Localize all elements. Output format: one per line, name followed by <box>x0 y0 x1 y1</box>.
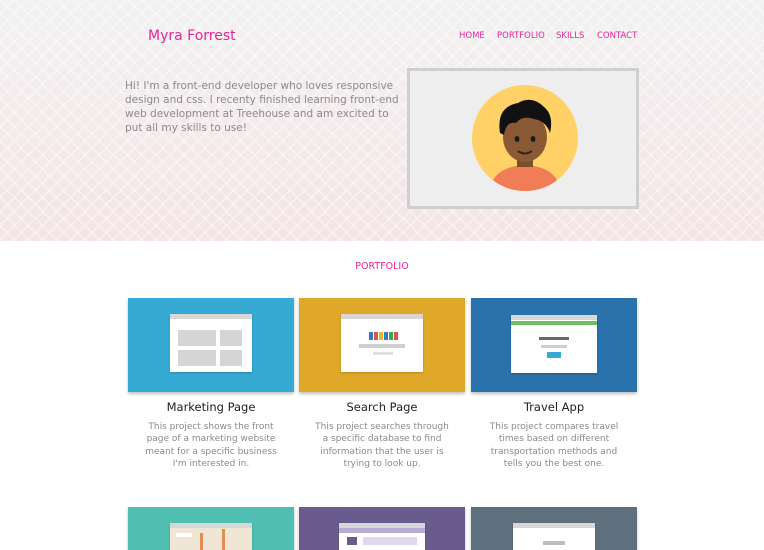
project-description: This project compares travel times based… <box>489 422 619 469</box>
site-brand[interactable]: Myra Forrest <box>148 28 236 44</box>
avatar <box>472 85 578 191</box>
hero-section: Myra Forrest HOME PORTFOLIO SKILLS CONTA… <box>0 0 764 241</box>
project-thumbnail[interactable] <box>299 298 465 392</box>
project-title[interactable]: Marketing Page <box>128 400 294 414</box>
nav-skills-link[interactable]: SKILLS <box>556 31 584 41</box>
project-thumbnail[interactable] <box>471 507 637 550</box>
project-title[interactable]: Travel App <box>471 400 637 414</box>
project-thumbnail[interactable] <box>299 507 465 550</box>
project-description: This project shows the front page of a m… <box>145 422 277 469</box>
project-thumbnail[interactable] <box>128 298 294 392</box>
intro-text: Hi! I'm a front-end developer who loves … <box>125 80 399 134</box>
browser-mock <box>170 523 252 550</box>
profile-photo-frame <box>407 68 639 209</box>
browser-mock <box>170 314 252 372</box>
project-thumbnail[interactable] <box>128 507 294 550</box>
project-description: This project searches through a specific… <box>315 422 449 469</box>
nav-portfolio-link[interactable]: PORTFOLIO <box>497 31 545 41</box>
project-title[interactable]: Search Page <box>299 400 465 414</box>
browser-mock <box>339 523 425 550</box>
nav-home-link[interactable]: HOME <box>459 31 485 41</box>
project-thumbnail[interactable] <box>471 298 637 392</box>
nav-contact-link[interactable]: CONTACT <box>597 31 637 41</box>
browser-mock <box>341 314 423 372</box>
browser-mock <box>511 315 597 373</box>
portfolio-heading: PORTFOLIO <box>355 261 409 272</box>
browser-mock <box>513 523 595 550</box>
